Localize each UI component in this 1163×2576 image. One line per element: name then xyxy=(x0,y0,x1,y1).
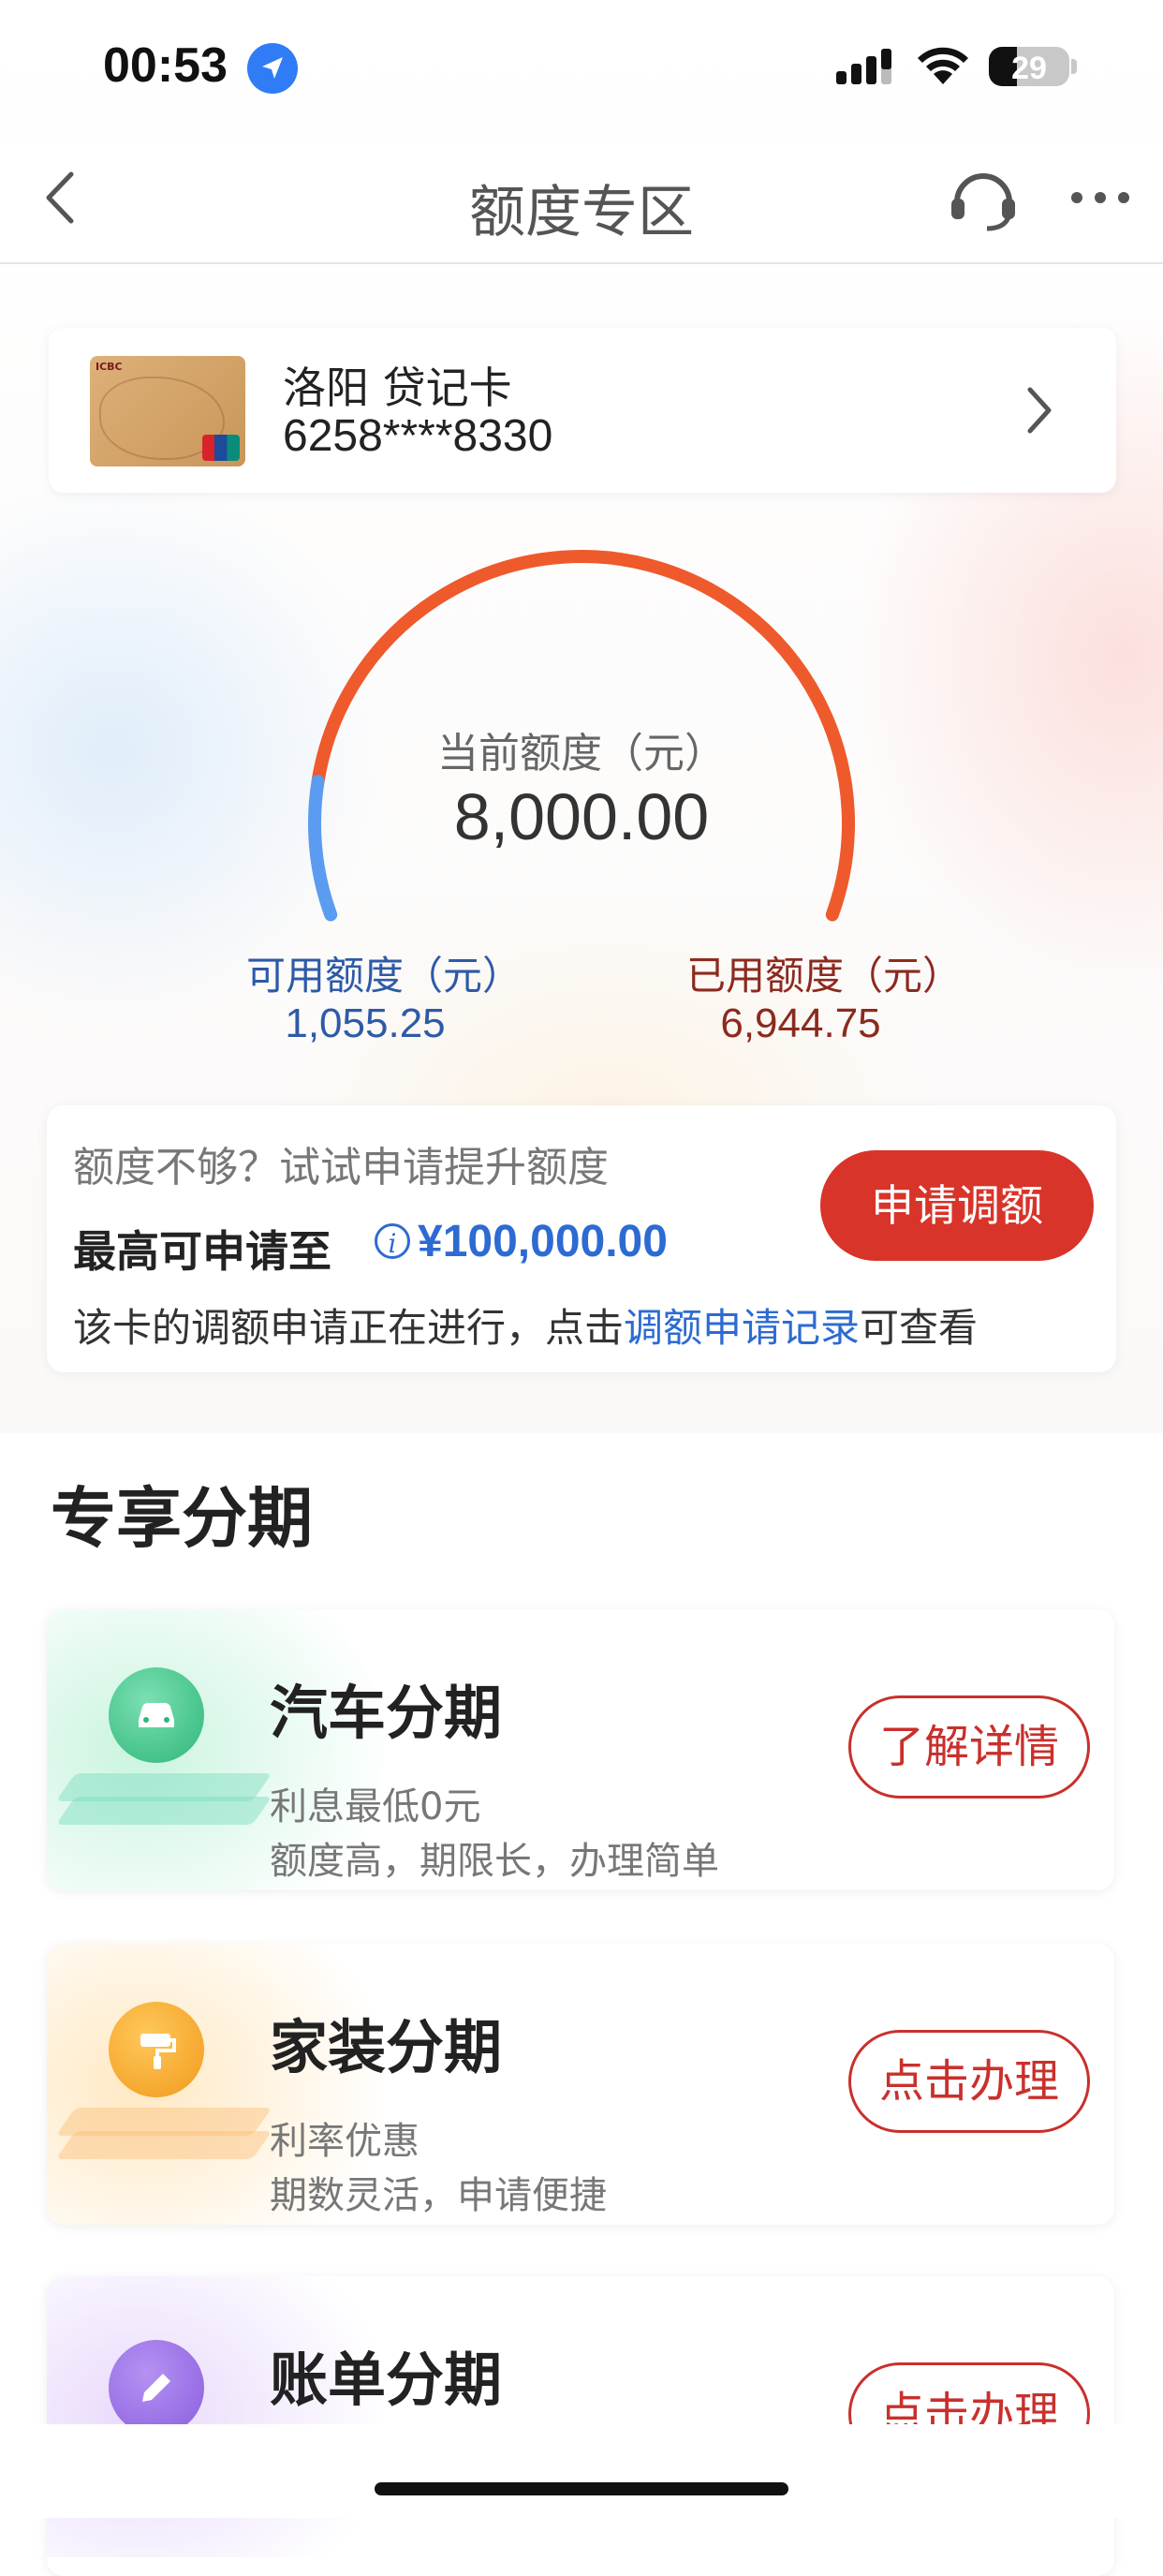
used-limit-value: 6,944.75 xyxy=(720,1000,881,1046)
max-limit-value: ¥100,000.00 xyxy=(418,1217,668,1266)
battery-icon: 29 xyxy=(989,47,1069,86)
apply-adjustment-button[interactable]: 申请调额 xyxy=(820,1150,1094,1261)
car-icon xyxy=(109,1667,204,1763)
bottom-safe-area xyxy=(0,2424,1163,2518)
unionpay-logo-icon xyxy=(202,435,240,461)
status-bar: 00:53 29 xyxy=(0,0,1163,141)
home-indicator xyxy=(375,2482,788,2495)
chevron-right-icon xyxy=(1027,387,1052,434)
bank-logo-icon: ICBC xyxy=(96,361,123,373)
section-title: 专享分期 xyxy=(51,1480,313,1557)
available-limit-label: 可用额度（元） xyxy=(245,953,522,999)
adjustment-record-link[interactable]: 调额申请记录 xyxy=(624,1305,860,1351)
plan-description: 额度高，期限长，办理简单 xyxy=(270,1840,719,1883)
current-limit-label: 当前额度（元） xyxy=(437,730,726,777)
wifi-icon xyxy=(918,47,968,84)
card-number: 6258****8330 xyxy=(283,411,553,461)
max-limit-label: 最高可申请至 xyxy=(73,1226,331,1277)
battery-level: 29 xyxy=(1011,51,1047,86)
cellular-signal-icon xyxy=(836,49,891,84)
pencil-icon xyxy=(109,2340,204,2435)
used-limit-label: 已用额度（元） xyxy=(685,953,962,999)
navigation-bar: 额度专区 xyxy=(0,141,1163,264)
battery-cap xyxy=(1071,59,1077,74)
raise-limit-card: 额度不够？试试申请提升额度 最高可申请至 i ¥100,000.00 该卡的调额… xyxy=(47,1105,1116,1372)
info-icon[interactable]: i xyxy=(375,1223,410,1259)
more-options-icon[interactable] xyxy=(1067,187,1133,208)
apply-now-button[interactable]: 点击办理 xyxy=(848,2030,1090,2133)
customer-service-headset-icon[interactable] xyxy=(946,161,1021,236)
raise-limit-prompt: 额度不够？试试申请提升额度 xyxy=(73,1144,609,1192)
plan-subtitle: 利率优惠 xyxy=(270,2120,420,2163)
raise-note-suffix: 可查看 xyxy=(860,1305,979,1351)
plan-title: 汽车分期 xyxy=(270,1679,503,1747)
plan-title: 家装分期 xyxy=(270,2013,503,2081)
card-selector[interactable]: ICBC 洛阳 贷记卡 6258****8330 xyxy=(49,328,1116,493)
plan-subtitle: 利息最低0元 xyxy=(270,1785,481,1828)
raise-note-prefix: 该卡的调额申请正在进行，点击 xyxy=(73,1305,625,1351)
home-decoration-installment-card[interactable]: 家装分期 利率优惠 期数灵活，申请便捷 点击办理 xyxy=(47,1944,1114,2225)
learn-more-button[interactable]: 了解详情 xyxy=(848,1695,1090,1799)
plan-title: 账单分期 xyxy=(270,2346,503,2414)
paint-roller-icon xyxy=(109,2002,204,2097)
raise-status-note: 该卡的调额申请正在进行，点击调额申请记录可查看 xyxy=(73,1296,978,1354)
current-limit-value: 8,000.00 xyxy=(453,780,710,853)
credit-card-image: ICBC xyxy=(90,356,245,466)
location-arrow-icon xyxy=(247,43,298,94)
plan-description: 期数灵活，申请便捷 xyxy=(270,2174,607,2217)
status-time: 00:53 xyxy=(103,38,228,93)
available-limit-value: 1,055.25 xyxy=(285,1000,446,1046)
card-name: 洛阳 贷记卡 xyxy=(283,363,512,413)
car-installment-card[interactable]: 汽车分期 利息最低0元 额度高，期限长，办理简单 了解详情 xyxy=(47,1609,1114,1890)
